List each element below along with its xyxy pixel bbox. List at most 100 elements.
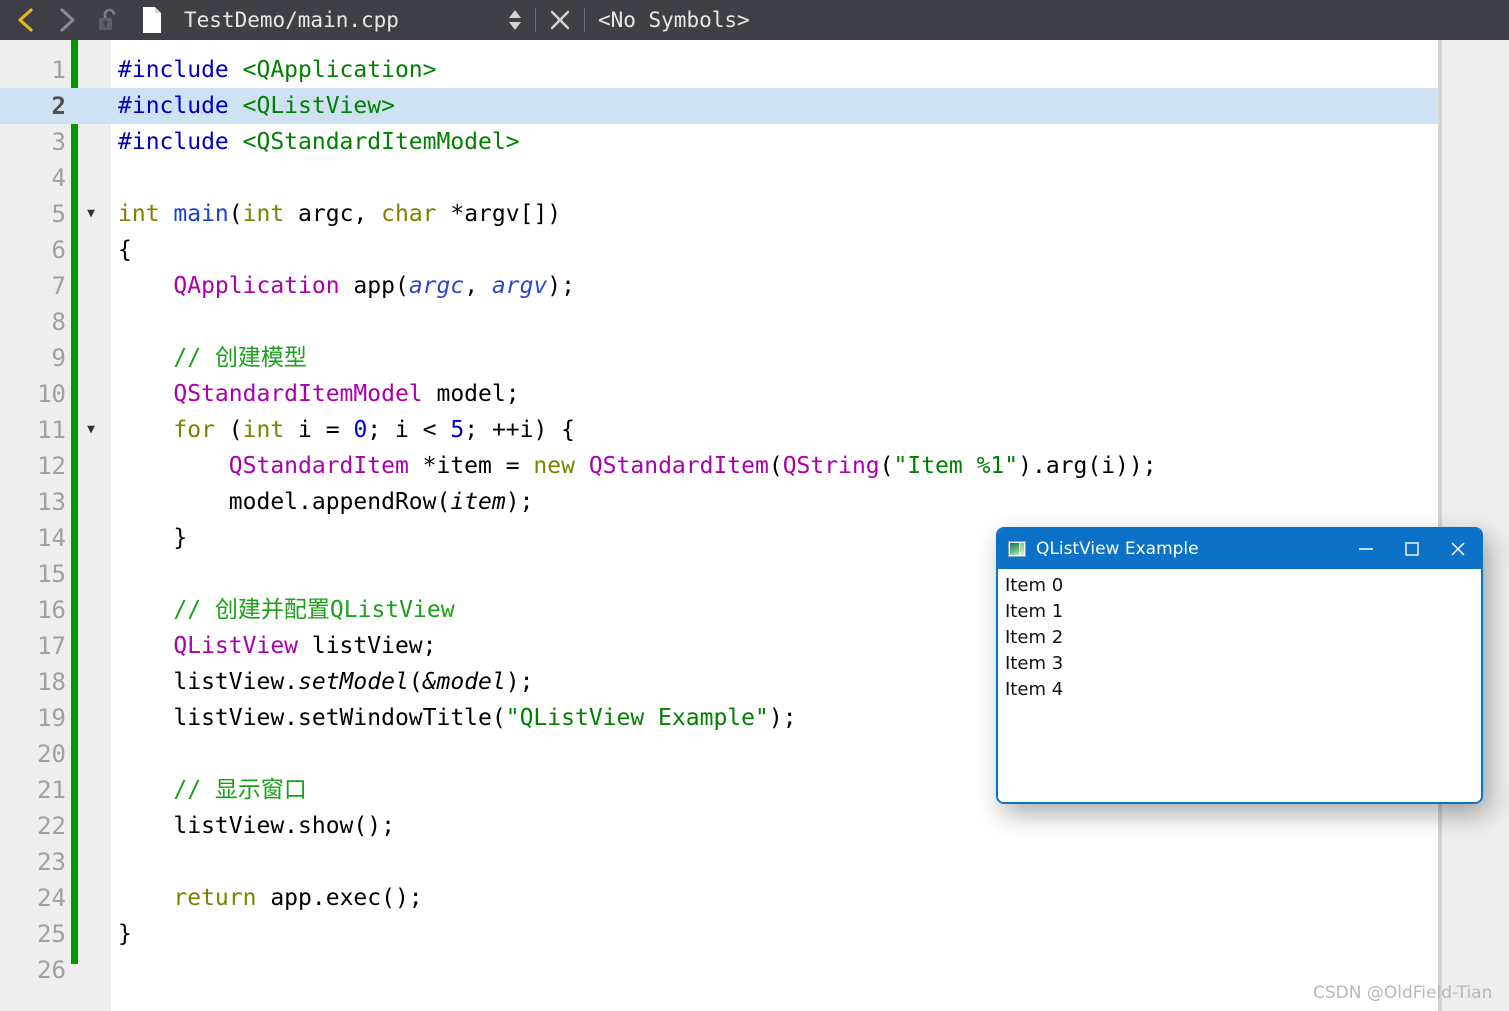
- code-line-text: }: [118, 520, 187, 556]
- symbols-selector[interactable]: <No Symbols>: [598, 8, 750, 32]
- code-line[interactable]: 13 model.appendRow(item);: [0, 484, 1509, 520]
- code-cell-bg: [111, 916, 1438, 952]
- symbols-selector-label: <No Symbols>: [597, 8, 750, 32]
- code-line[interactable]: 9 // 创建模型: [0, 340, 1509, 376]
- code-token: argc: [408, 273, 465, 299]
- csdn-watermark: CSDN @OldField-Tian: [1313, 983, 1493, 1003]
- list-item[interactable]: Item 1: [1002, 599, 1481, 625]
- code-token: int: [242, 417, 285, 443]
- code-line[interactable]: 7 QApplication app(argc, argv);: [0, 268, 1509, 304]
- code-token: return: [173, 885, 257, 911]
- code-token: QStandardItem: [588, 453, 769, 479]
- code-line[interactable]: 2 #include <QListView>: [0, 88, 1509, 124]
- code-line[interactable]: 6{: [0, 232, 1509, 268]
- code-token: #include: [118, 129, 243, 155]
- code-token: *argv[]): [436, 201, 562, 227]
- code-token: // 创建模型: [118, 345, 307, 371]
- code-token: model;: [422, 381, 520, 407]
- code-token: QListView: [173, 633, 299, 659]
- code-line[interactable]: 4: [0, 160, 1509, 196]
- qlistview-example-window[interactable]: QListView Example Item 0 Item 1 Item 2 Item…: [996, 527, 1483, 804]
- right-margin-cell-bg: [1442, 160, 1509, 196]
- code-line-text: }: [118, 916, 132, 952]
- code-token: app.exec();: [256, 885, 423, 911]
- code-token: ; ++i) {: [464, 417, 576, 443]
- code-line[interactable]: 12 QStandardItem *item = new QStandardIt…: [0, 448, 1509, 484]
- list-item[interactable]: Item 4: [1002, 677, 1481, 703]
- code-token: // 创建并配置QListView: [118, 597, 455, 623]
- right-margin-cell-bg: [1442, 268, 1509, 304]
- up-down-arrows-icon[interactable]: [495, 0, 535, 40]
- code-line-text: listView.setWindowTitle("QListView Examp…: [118, 700, 797, 736]
- code-line[interactable]: 11 ▼ for (int i = 0; i < 5; ++i) {: [0, 412, 1509, 448]
- code-token: <QApplication>: [242, 57, 437, 83]
- line-number: 7: [51, 272, 66, 300]
- code-token: (: [768, 453, 783, 479]
- code-token: // 显示窗口: [118, 777, 307, 803]
- line-number: 22: [37, 812, 66, 840]
- code-line[interactable]: 22 listView.show();: [0, 808, 1509, 844]
- code-token: char: [381, 201, 437, 227]
- code-token: );: [768, 705, 797, 731]
- code-line[interactable]: 25}: [0, 916, 1509, 952]
- code-line-text: // 创建并配置QListView: [118, 592, 455, 628]
- maximize-button[interactable]: [1389, 529, 1435, 569]
- line-number: 4: [51, 164, 66, 192]
- file-path-label[interactable]: TestDemo/main.cpp: [184, 8, 399, 32]
- code-line[interactable]: 5 ▼ int main(int argc, char *argv[]): [0, 196, 1509, 232]
- code-token: (: [408, 669, 423, 695]
- code-token: );: [547, 273, 575, 299]
- line-number: 25: [37, 920, 66, 948]
- code-editor[interactable]: 1 #include <QApplication> 2 #include <QList…: [0, 40, 1509, 1011]
- code-token: QString: [782, 453, 880, 479]
- right-margin-cell-bg: [1442, 232, 1509, 268]
- qt-app-window-icon: [1008, 541, 1026, 557]
- qt-list-view[interactable]: Item 0 Item 1 Item 2 Item 3 Item 4: [998, 569, 1481, 802]
- line-number: 24: [37, 884, 66, 912]
- minimize-button[interactable]: [1343, 529, 1389, 569]
- line-number: 14: [37, 524, 66, 552]
- line-number: 6: [51, 236, 66, 264]
- code-token: #include: [118, 57, 243, 83]
- code-line-text: // 显示窗口: [118, 772, 307, 808]
- forward-navigation-button[interactable]: [46, 0, 86, 40]
- code-line[interactable]: 1 #include <QApplication>: [0, 52, 1509, 88]
- code-token: i =: [284, 417, 354, 443]
- list-item[interactable]: Item 2: [1002, 625, 1481, 651]
- code-line[interactable]: 8: [0, 304, 1509, 340]
- right-margin-cell-bg: [1442, 124, 1509, 160]
- line-number: 26: [37, 956, 66, 984]
- fold-toggle-icon[interactable]: ▼: [82, 412, 100, 448]
- code-line[interactable]: 10 QStandardItemModel model;: [0, 376, 1509, 412]
- line-number: 5: [51, 200, 66, 228]
- code-line[interactable]: 26: [0, 952, 1509, 988]
- unlocked-padlock-icon[interactable]: [86, 0, 130, 40]
- close-button[interactable]: [1435, 529, 1481, 569]
- right-margin-cell-bg: [1442, 916, 1509, 952]
- code-line-text: QListView listView;: [118, 628, 437, 664]
- close-x-icon[interactable]: [536, 0, 584, 40]
- right-margin-cell-bg: [1442, 196, 1509, 232]
- fold-toggle-icon[interactable]: ▼: [82, 196, 100, 232]
- code-line-text: #include <QStandardItemModel>: [118, 124, 520, 160]
- code-line[interactable]: 23: [0, 844, 1509, 880]
- code-line-text: QApplication app(argc, argv);: [118, 268, 575, 304]
- code-token: for: [173, 417, 215, 443]
- code-line[interactable]: 3 #include <QStandardItemModel>: [0, 124, 1509, 160]
- list-item[interactable]: Item 0: [1002, 573, 1481, 599]
- code-token: int: [118, 201, 174, 227]
- list-item[interactable]: Item 3: [1002, 651, 1481, 677]
- code-line[interactable]: 24 return app.exec();: [0, 880, 1509, 916]
- code-token: listView;: [298, 633, 437, 659]
- line-number: 8: [51, 308, 66, 336]
- code-token: <QListView>: [242, 93, 395, 119]
- code-token: app(: [339, 273, 409, 299]
- line-number: 1: [51, 56, 66, 84]
- back-navigation-button[interactable]: [6, 0, 46, 40]
- code-token: #include: [118, 93, 243, 119]
- qt-window-titlebar[interactable]: QListView Example: [998, 529, 1481, 569]
